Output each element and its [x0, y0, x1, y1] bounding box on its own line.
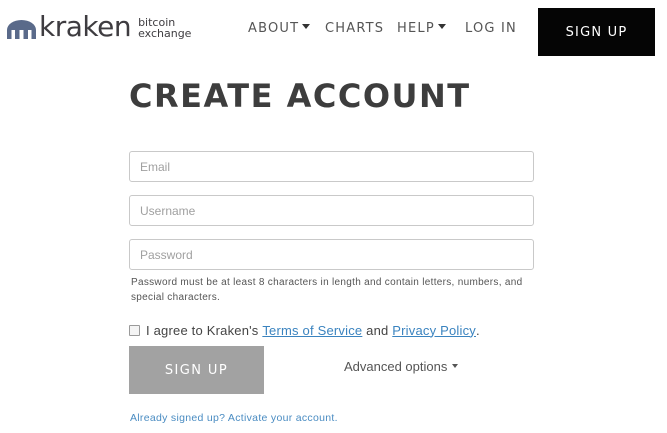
- nav-charts-label: CHARTS: [325, 20, 385, 36]
- caret-down-icon: [452, 364, 459, 368]
- nav-login[interactable]: LOG IN: [465, 0, 517, 56]
- create-account-page: kraken bitcoin exchange ABOUT CHARTS HEL…: [0, 0, 667, 433]
- caret-down-icon: [437, 23, 446, 29]
- brand-name: kraken: [39, 10, 132, 43]
- advanced-options-label: Advanced options: [344, 358, 448, 374]
- nav-about[interactable]: ABOUT: [248, 0, 311, 56]
- nav-help[interactable]: HELP: [397, 0, 446, 56]
- kraken-logo[interactable]: kraken bitcoin exchange: [6, 11, 191, 47]
- site-header: kraken bitcoin exchange ABOUT CHARTS HEL…: [0, 0, 667, 56]
- caret-down-icon: [302, 23, 311, 29]
- advanced-options-toggle[interactable]: Advanced options: [344, 358, 459, 374]
- page-title: CREATE ACCOUNT: [129, 77, 471, 115]
- password-hint: Password must be at least 8 characters i…: [131, 277, 523, 303]
- signup-button[interactable]: SIGN UP: [129, 346, 264, 394]
- activate-account-link[interactable]: Already signed up? Activate your account…: [130, 412, 338, 424]
- username-field[interactable]: [129, 195, 534, 226]
- terms-agreement: I agree to Kraken's Terms of Service and…: [129, 321, 480, 339]
- nav-about-label: ABOUT: [248, 20, 300, 36]
- email-field[interactable]: [129, 151, 534, 182]
- terms-of-service-link[interactable]: Terms of Service: [262, 323, 362, 338]
- nav-help-label: HELP: [397, 20, 435, 36]
- nav-charts[interactable]: CHARTS: [325, 0, 384, 56]
- terms-checkbox[interactable]: [129, 324, 140, 336]
- nav-login-label: LOG IN: [465, 20, 517, 36]
- kraken-logo-icon: [7, 20, 36, 39]
- header-signup-button[interactable]: SIGN UP: [538, 8, 655, 56]
- brand-tagline-line2: exchange: [138, 27, 192, 40]
- agree-prefix: I agree to Kraken's: [146, 322, 259, 338]
- privacy-policy-link[interactable]: Privacy Policy: [392, 323, 476, 338]
- agree-and: and: [366, 322, 389, 338]
- agree-suffix: .: [475, 322, 480, 338]
- password-field[interactable]: [129, 239, 534, 270]
- brand-tagline: bitcoin exchange: [138, 17, 191, 39]
